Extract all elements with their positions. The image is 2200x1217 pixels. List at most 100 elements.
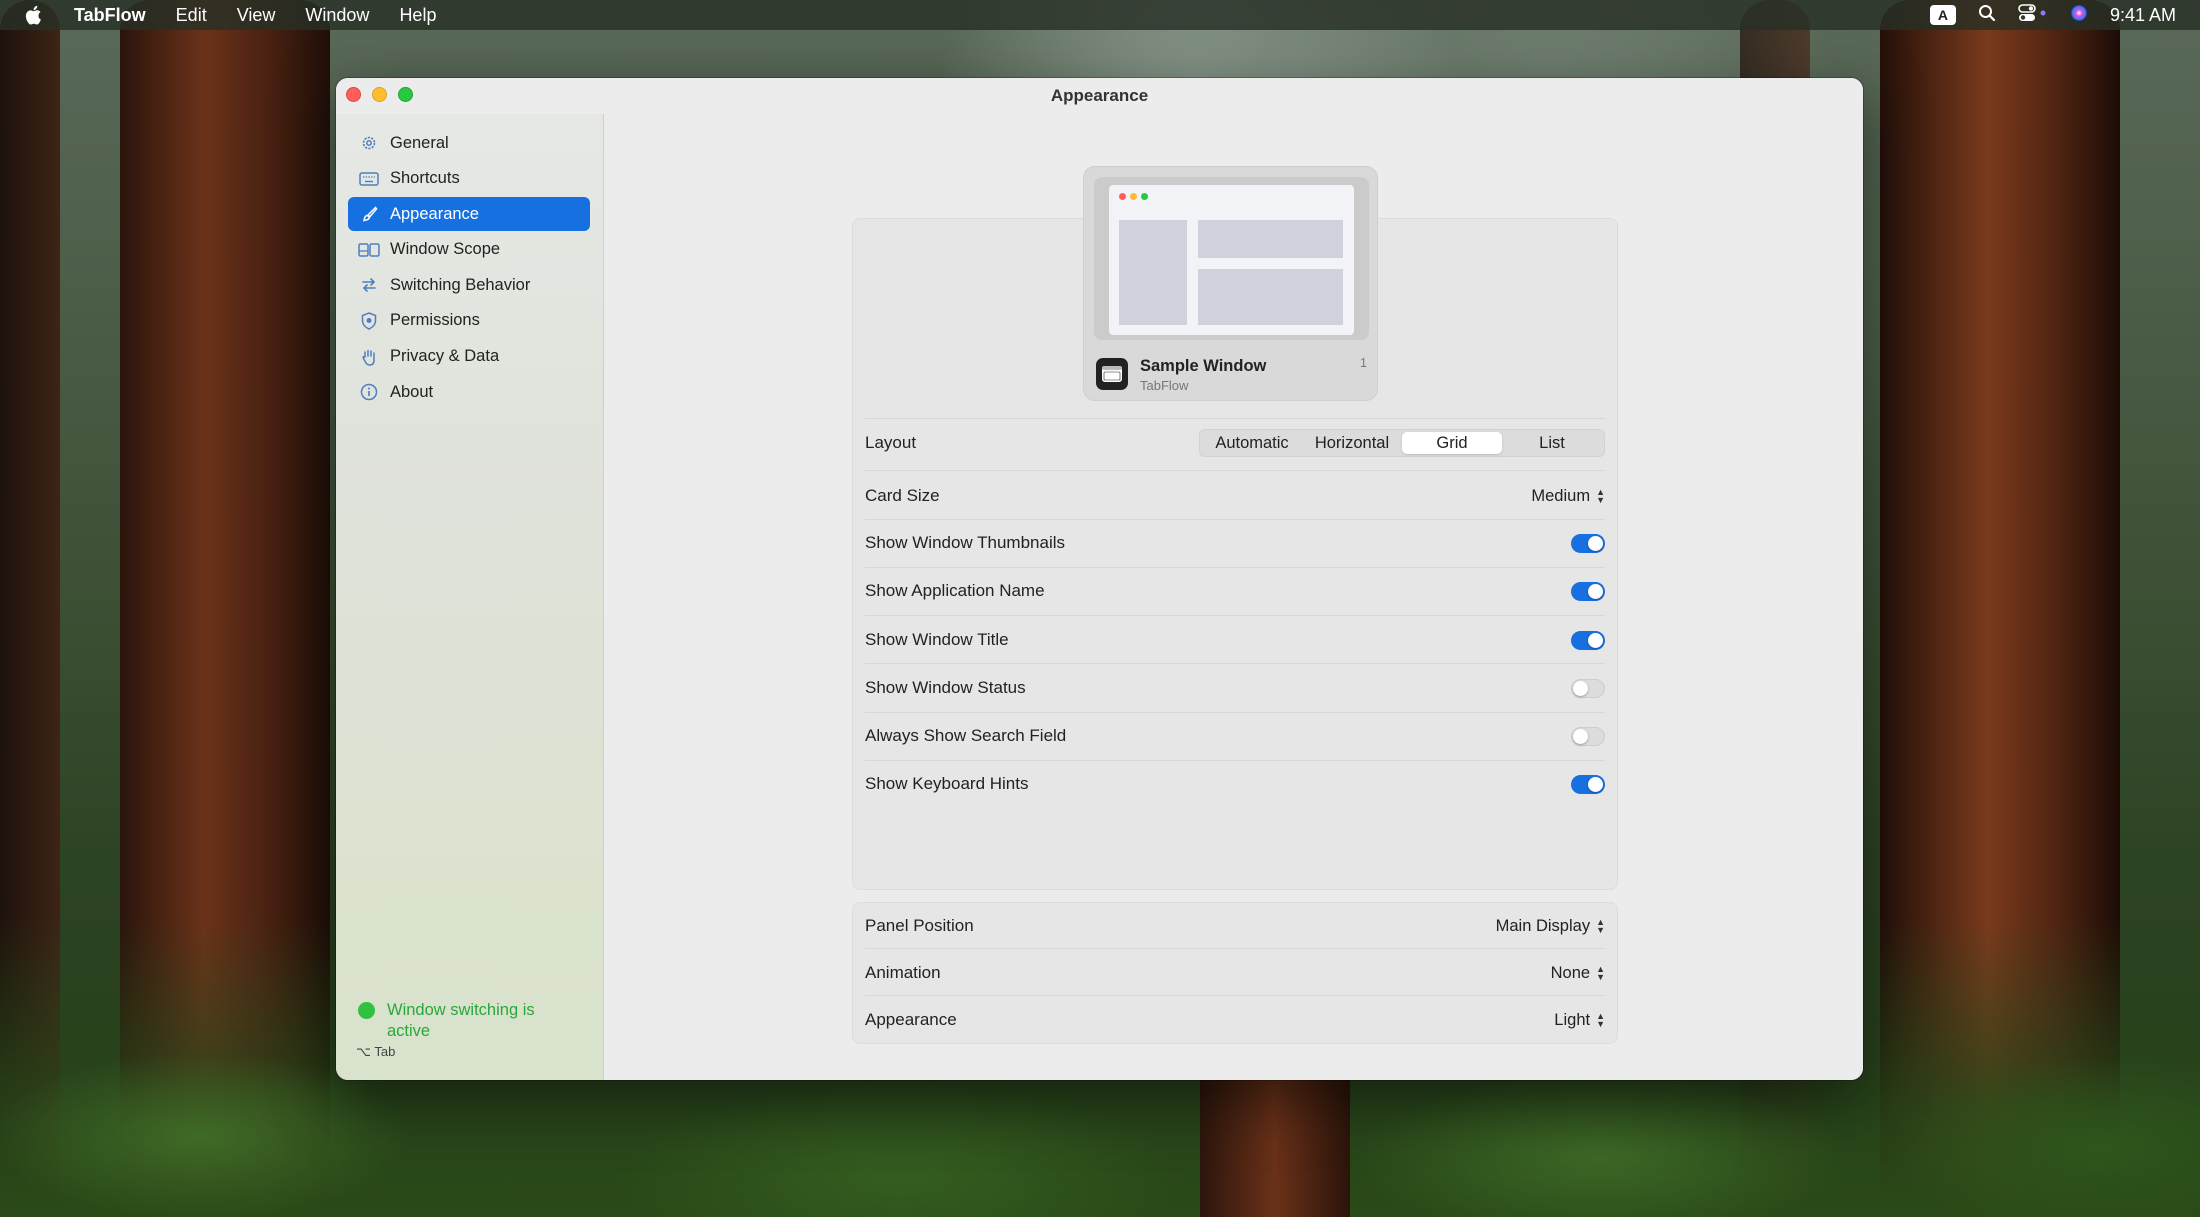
sidebar-item-label: Switching Behavior bbox=[390, 275, 531, 294]
layout-option-grid[interactable]: Grid bbox=[1402, 432, 1502, 454]
settings-window: Appearance General Shortcuts Appearance bbox=[336, 78, 1863, 1080]
input-source-badge[interactable]: A bbox=[1929, 5, 1956, 25]
appearance-popup[interactable]: Light ▲ ▼ bbox=[1554, 1011, 1605, 1030]
preview-window-title: Sample Window bbox=[1140, 357, 1267, 375]
shield-icon bbox=[358, 310, 380, 332]
sidebar-item-window-scope[interactable]: Window Scope bbox=[348, 233, 590, 267]
keyboard-icon bbox=[358, 168, 380, 190]
sidebar-item-about[interactable]: About bbox=[348, 375, 590, 409]
window-title: Appearance bbox=[1050, 86, 1149, 105]
preview-window-number: 1 bbox=[1360, 356, 1367, 370]
sidebar-item-privacy[interactable]: Privacy & Data bbox=[348, 340, 590, 374]
show-thumbnails-toggle[interactable] bbox=[1571, 533, 1605, 553]
card-size-popup[interactable]: Medium ▲ ▼ bbox=[1531, 487, 1605, 506]
app-window-icon bbox=[1096, 358, 1128, 390]
toggle-label: Always Show Search Field bbox=[865, 726, 1067, 745]
chevron-up-down-icon: ▲ ▼ bbox=[1596, 964, 1605, 982]
layout-option-list[interactable]: List bbox=[1502, 432, 1602, 454]
close-window-button[interactable] bbox=[346, 87, 361, 102]
sidebar-item-shortcuts[interactable]: Shortcuts bbox=[348, 162, 590, 196]
hand-icon bbox=[358, 346, 380, 368]
arrows-swap-icon bbox=[358, 274, 380, 296]
siri-icon[interactable] bbox=[2070, 4, 2088, 27]
gear-icon bbox=[358, 132, 380, 154]
sidebar-item-label: Window Scope bbox=[390, 240, 501, 259]
zoom-window-button[interactable] bbox=[398, 87, 413, 102]
toggle-row: Show Application Name bbox=[852, 567, 1618, 615]
toggle-row: Show Window Status bbox=[852, 664, 1618, 712]
switching-status: Window switching is active ⌥ Tab bbox=[356, 1000, 547, 1060]
panel-position-popup[interactable]: Main Display ▲ ▼ bbox=[1496, 917, 1605, 936]
chevron-up-down-icon: ▲ ▼ bbox=[1596, 917, 1605, 935]
minimize-window-button[interactable] bbox=[372, 87, 387, 102]
window-scope-icon bbox=[358, 239, 380, 261]
toggle-row: Show Window Title bbox=[852, 616, 1618, 664]
animation-value: None bbox=[1550, 963, 1591, 982]
card-size-row: Card Size Medium ▲ ▼ bbox=[852, 472, 1618, 520]
sidebar-item-label: Appearance bbox=[390, 204, 479, 223]
appearance-value: Light bbox=[1554, 1010, 1591, 1029]
toggle-label: Show Window Thumbnails bbox=[865, 533, 1065, 552]
status-text: Window switching is active bbox=[387, 1001, 535, 1040]
sidebar-item-label: Shortcuts bbox=[390, 169, 460, 188]
paintbrush-icon bbox=[358, 203, 380, 225]
show-keyboard-hints-toggle[interactable] bbox=[1571, 774, 1605, 794]
animation-popup[interactable]: None ▲ ▼ bbox=[1551, 964, 1605, 983]
switcher-preview-card: Sample Window TabFlow 1 bbox=[1083, 166, 1378, 401]
layout-row: Layout Automatic Horizontal Grid List bbox=[852, 419, 1618, 467]
sidebar: General Shortcuts Appearance Window Scop… bbox=[336, 114, 604, 1080]
status-shortcut: ⌥ Tab bbox=[356, 1044, 396, 1059]
menu-help[interactable]: Help bbox=[399, 5, 436, 26]
menu-window[interactable]: Window bbox=[305, 5, 369, 26]
chevron-up-down-icon: ▲ ▼ bbox=[1596, 487, 1605, 505]
appearance-row: Appearance Light ▲ ▼ bbox=[852, 996, 1618, 1044]
preview-app-name: TabFlow bbox=[1140, 378, 1189, 393]
panel-position-value: Main Display bbox=[1495, 916, 1591, 935]
show-app-name-toggle[interactable] bbox=[1571, 581, 1605, 601]
panel-position-row: Panel Position Main Display ▲ ▼ bbox=[852, 902, 1618, 950]
animation-row: Animation None ▲ ▼ bbox=[852, 949, 1618, 997]
preview-thumbnail bbox=[1094, 177, 1369, 340]
info-icon bbox=[358, 381, 380, 403]
card-size-label: Card Size bbox=[865, 486, 940, 505]
panel-position-label: Panel Position bbox=[865, 916, 974, 935]
apple-logo-icon[interactable] bbox=[24, 4, 46, 26]
layout-option-horizontal[interactable]: Horizontal bbox=[1302, 432, 1402, 454]
layout-segmented-control[interactable]: Automatic Horizontal Grid List bbox=[1199, 429, 1605, 457]
toggle-label: Show Window Status bbox=[865, 678, 1026, 697]
menu-clock[interactable]: 9:41 AM bbox=[2110, 5, 2176, 26]
spotlight-search-icon[interactable] bbox=[1978, 4, 1996, 27]
card-size-value: Medium bbox=[1531, 486, 1591, 505]
toggle-row: Show Window Thumbnails bbox=[852, 519, 1618, 567]
show-window-title-toggle[interactable] bbox=[1571, 630, 1605, 650]
sidebar-item-appearance[interactable]: Appearance bbox=[348, 197, 590, 232]
menu-app-name[interactable]: TabFlow bbox=[74, 5, 146, 26]
sidebar-item-label: Privacy & Data bbox=[390, 347, 500, 366]
toggle-label: Show Window Title bbox=[865, 630, 1009, 649]
chevron-up-down-icon: ▲ ▼ bbox=[1596, 1011, 1605, 1029]
menu-bar: TabFlow Edit View Window Help A 9:41 AM bbox=[0, 0, 2200, 30]
sidebar-item-permissions[interactable]: Permissions bbox=[348, 304, 590, 338]
sidebar-item-label: General bbox=[390, 133, 449, 152]
menu-view[interactable]: View bbox=[237, 5, 276, 26]
sidebar-item-label: About bbox=[390, 382, 434, 401]
layout-option-automatic[interactable]: Automatic bbox=[1202, 432, 1302, 454]
animation-label: Animation bbox=[865, 963, 941, 982]
toggle-label: Show Keyboard Hints bbox=[865, 774, 1029, 793]
toggle-label: Show Application Name bbox=[865, 581, 1045, 600]
control-center-icon[interactable] bbox=[2018, 3, 2048, 27]
sidebar-item-label: Permissions bbox=[390, 311, 480, 330]
status-indicator bbox=[358, 1002, 375, 1019]
appearance-label: Appearance bbox=[865, 1010, 957, 1029]
always-show-search-toggle[interactable] bbox=[1571, 726, 1605, 746]
main-content: Sample Window TabFlow 1 Layout Automatic… bbox=[605, 114, 1863, 1080]
toggle-row: Show Keyboard Hints bbox=[852, 760, 1618, 808]
menu-edit[interactable]: Edit bbox=[176, 5, 207, 26]
show-window-status-toggle[interactable] bbox=[1571, 678, 1605, 698]
sidebar-item-general[interactable]: General bbox=[348, 126, 590, 160]
sidebar-item-switching-behavior[interactable]: Switching Behavior bbox=[348, 268, 590, 302]
window-titlebar[interactable]: Appearance bbox=[336, 78, 1863, 114]
layout-label: Layout bbox=[865, 433, 917, 452]
sidebar-nav: General Shortcuts Appearance Window Scop… bbox=[348, 126, 590, 411]
toggle-row: Always Show Search Field bbox=[852, 712, 1618, 760]
